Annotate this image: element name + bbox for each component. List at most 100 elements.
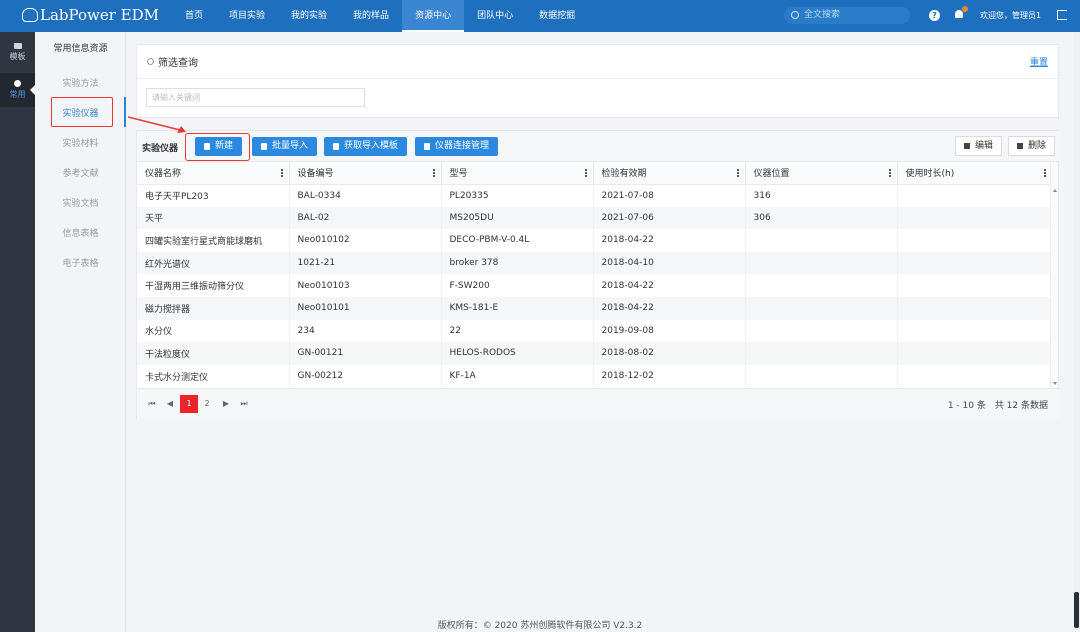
rail-item-template[interactable]: 模板 [0, 36, 35, 70]
column-header-label: 使用时长(h) [905, 169, 955, 180]
reset-link[interactable]: 重置 [1030, 55, 1048, 68]
delete-button[interactable]: 删除 [1007, 136, 1055, 156]
welcome-text[interactable]: 欢迎您，管理员1 [980, 0, 1041, 32]
main-content: 筛选查询 重置 请输入关键词 实验仪器 新建 批量导入 获取导入模板 仪器连接管… [126, 32, 1073, 632]
rail-item-common[interactable]: 常用 [0, 73, 35, 107]
connection-manage-button[interactable]: 仪器连接管理 [415, 137, 499, 156]
column-menu-icon[interactable] [584, 169, 587, 177]
nav-resource-center[interactable]: 资源中心 [402, 0, 465, 32]
table-cell: 2018-04-10 [593, 251, 746, 275]
table-cell: GN-00212 [289, 364, 442, 388]
column-header[interactable]: 仪器位置 [745, 162, 898, 185]
table-cell: BAL-0334 [289, 184, 442, 207]
trash-icon [1016, 143, 1023, 149]
table-cell: 2018-04-22 [593, 229, 746, 252]
instrument-table-card: 实验仪器 新建 批量导入 获取导入模板 仪器连接管理 编辑 删除 仪器名称 设备… [136, 130, 1060, 420]
page-scrollbar[interactable] [1073, 32, 1080, 632]
scroll-down-icon[interactable] [1053, 382, 1057, 385]
filter-title-text: 筛选查询 [158, 58, 198, 69]
table-cell: 四罐实验室行星式商能球磨机 [137, 229, 290, 252]
subnav-item-methods[interactable]: 实验方法 [35, 76, 126, 89]
get-template-button[interactable]: 获取导入模板 [324, 137, 408, 156]
table-cell: 2018-04-22 [593, 296, 746, 320]
table-row[interactable]: 四罐实验室行星式商能球磨机 Neo010102 DECO-PBM-V-0.4L 201… [137, 229, 1053, 252]
column-header[interactable]: 设备编号 [289, 162, 442, 185]
column-header[interactable]: 使用时长(h) [897, 162, 1053, 185]
table-cell [897, 229, 1053, 252]
table-scrollbar[interactable] [1050, 162, 1058, 388]
prev-page-icon[interactable]: ◀ [161, 395, 179, 413]
table-cell: 234 [289, 319, 442, 343]
table-cell [745, 274, 898, 297]
table-header-row: 仪器名称 设备编号 型号 检验有效期 仪器位置 使用时长(h) [137, 162, 1053, 185]
page-2-button[interactable]: 2 [198, 395, 216, 413]
subnav-item-spreadsheets[interactable]: 电子表格 [35, 256, 126, 269]
nav-data-mining[interactable]: 数据挖掘 [526, 0, 588, 32]
column-header-label: 型号 [449, 169, 468, 180]
table-row[interactable]: 干湿两用三维振动筛分仪 Neo010103 F-SW200 2018-04-22 [137, 274, 1053, 297]
column-header[interactable]: 检验有效期 [593, 162, 746, 185]
edit-button[interactable]: 编辑 [954, 136, 1002, 156]
next-page-icon[interactable]: ▶ [217, 395, 235, 413]
keyword-input[interactable]: 请输入关键词 [146, 88, 365, 107]
table-cell [897, 342, 1053, 365]
table-cell [897, 319, 1053, 343]
global-search-input[interactable]: 全文搜索 [784, 7, 910, 24]
table-cell: F-SW200 [441, 274, 594, 297]
column-menu-icon[interactable] [280, 169, 283, 177]
column-menu-icon[interactable] [888, 169, 891, 177]
subnav-item-info-tables[interactable]: 信息表格 [35, 226, 126, 239]
upload-icon [261, 143, 267, 150]
first-page-icon[interactable]: ⏮ [143, 395, 161, 413]
page-1-button[interactable]: 1 [180, 395, 198, 413]
left-rail: 模板 常用 [0, 32, 35, 632]
top-bar: LabPower EDM 首页 项目实验 我的实验 我的样品 资源中心 团队中心… [0, 0, 1080, 32]
last-page-icon[interactable]: ⏭ [235, 395, 253, 413]
table-cell [745, 229, 898, 252]
table-row[interactable]: 红外光谱仪 1021-21 broker 378 2018-04-10 [137, 251, 1053, 275]
table-row[interactable]: 磁力搅拌器 Neo010101 KMS-181-E 2018-04-22 [137, 296, 1053, 320]
column-menu-icon[interactable] [432, 169, 435, 177]
table-row[interactable]: 天平 BAL-02 MS205DU 2021-07-06 306 [137, 206, 1053, 230]
table-row[interactable]: 电子天平PL203 BAL-0334 PL20335 2021-07-08 316 [137, 184, 1053, 207]
nav-my-samples[interactable]: 我的样品 [340, 0, 402, 32]
nav-home[interactable]: 首页 [172, 0, 216, 32]
column-header[interactable]: 型号 [441, 162, 594, 185]
table-cell: 磁力搅拌器 [137, 296, 290, 320]
table-row[interactable]: 水分仪 234 22 2019-09-08 [137, 319, 1053, 343]
subnav-item-documents[interactable]: 实验文档 [35, 196, 126, 209]
batch-import-button[interactable]: 批量导入 [252, 137, 318, 156]
logout-icon[interactable] [1057, 10, 1067, 20]
subnav-item-references[interactable]: 参考文献 [35, 166, 126, 179]
column-header[interactable]: 仪器名称 [137, 162, 290, 185]
scroll-thumb[interactable] [1074, 592, 1079, 628]
subnav-title: 常用信息资源 [53, 44, 108, 54]
app-title: LabPower EDM [40, 6, 160, 24]
edit-label: 编辑 [974, 141, 993, 151]
table-row[interactable]: 卡式水分测定仪 GN-00212 KF-1A 2018-12-02 [137, 364, 1053, 388]
scroll-up-icon[interactable] [1053, 189, 1057, 192]
column-header-label: 检验有效期 [601, 169, 647, 180]
pagination: ⏮ ◀ 1 2 ▶ ⏭ 1 - 10 条 共 12 条数据 [137, 388, 1060, 420]
table-cell [897, 206, 1053, 230]
table-cell: 干湿两用三维振动筛分仪 [137, 274, 290, 297]
help-icon[interactable]: ? [929, 10, 940, 21]
nav-projects[interactable]: 项目实验 [216, 0, 278, 32]
table-cell: PL20335 [441, 184, 594, 207]
table-cell [897, 296, 1053, 320]
app-logo[interactable]: LabPower EDM [22, 6, 159, 24]
nav-my-experiments[interactable]: 我的实验 [278, 0, 340, 32]
bell-body [955, 10, 963, 18]
footer-copyright: 版权所有：© 2020 苏州创腾软件有限公司 V2.3.2 [437, 621, 643, 631]
notification-bell-icon[interactable] [954, 6, 968, 20]
table-cell: HELOS-RODOS [441, 342, 594, 365]
column-menu-icon[interactable] [736, 169, 739, 177]
column-menu-icon[interactable] [1043, 169, 1046, 177]
table-row[interactable]: 干法粒度仪 GN-00121 HELOS-RODOS 2018-08-02 [137, 342, 1053, 365]
nav-team-center[interactable]: 团队中心 [464, 0, 526, 32]
subnav-item-materials[interactable]: 实验材料 [35, 136, 126, 149]
delete-label: 删除 [1027, 141, 1046, 151]
search-icon [147, 58, 154, 65]
table-cell: KF-1A [441, 364, 594, 388]
instrument-table: 仪器名称 设备编号 型号 检验有效期 仪器位置 使用时长(h) 电子天平PL20… [137, 162, 1053, 388]
